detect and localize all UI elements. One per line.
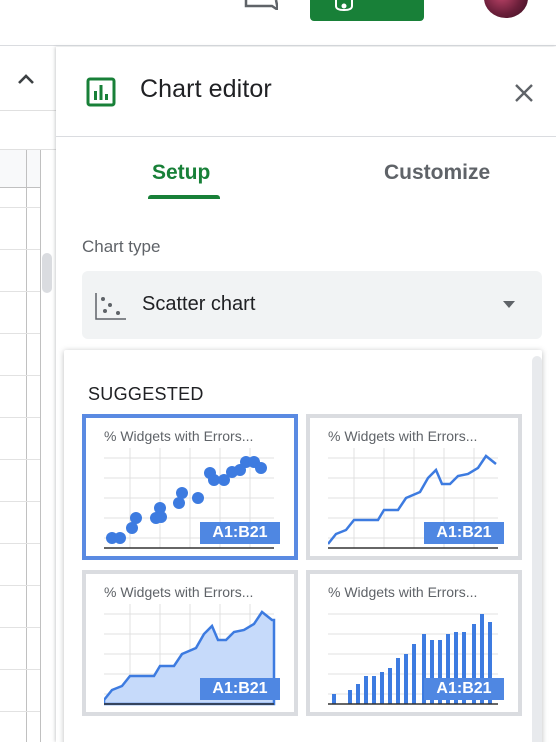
tab-setup[interactable]: Setup <box>152 161 210 185</box>
avatar[interactable] <box>484 0 528 18</box>
top-bar <box>0 0 556 46</box>
grid-line <box>40 150 41 742</box>
grid-line <box>0 627 40 628</box>
suggestion-line[interactable]: % Widgets with Errors... A1:B21 <box>306 414 522 560</box>
suggestion-title: % Widgets with Errors... <box>328 584 478 600</box>
dropdown-arrow-icon <box>503 301 515 308</box>
grid-line <box>0 501 40 502</box>
tab-customize[interactable]: Customize <box>384 161 490 185</box>
suggestion-area[interactable]: % Widgets with Errors... A1:B21 <box>82 570 298 716</box>
chart-type-dropdown: SUGGESTED % Widgets with Errors... A1:B2… <box>64 350 542 742</box>
panel-header: Chart editor <box>56 47 556 137</box>
grid-line <box>0 417 40 418</box>
comment-icon[interactable] <box>244 0 278 10</box>
range-badge: A1:B21 <box>200 678 280 700</box>
suggestion-title: % Widgets with Errors... <box>104 584 254 600</box>
vertical-scrollbar[interactable] <box>42 253 52 293</box>
formula-bar <box>0 110 56 150</box>
grid-line <box>0 333 40 334</box>
close-icon[interactable] <box>512 81 536 105</box>
column-header <box>0 150 40 188</box>
grid-line <box>0 585 40 586</box>
grid-line <box>0 711 40 712</box>
grid-line <box>0 375 40 376</box>
bar-chart-icon <box>86 77 116 107</box>
range-badge: A1:B21 <box>200 522 280 544</box>
spreadsheet-area <box>0 47 56 742</box>
grid-line <box>0 543 40 544</box>
suggestion-title: % Widgets with Errors... <box>328 428 478 444</box>
grid-line <box>0 459 40 460</box>
suggestion-title: % Widgets with Errors... <box>104 428 254 444</box>
dropdown-scrollbar[interactable] <box>532 356 542 742</box>
grid-line <box>26 150 27 742</box>
share-button[interactable] <box>310 0 424 21</box>
suggestion-scatter[interactable]: % Widgets with Errors... A1:B21 <box>82 414 298 560</box>
range-badge: A1:B21 <box>424 522 504 544</box>
active-tab-indicator <box>148 195 220 199</box>
grid-line <box>0 249 40 250</box>
range-badge: A1:B21 <box>424 678 504 700</box>
chart-type-label: Chart type <box>82 237 161 256</box>
share-icon <box>335 0 353 12</box>
grid-line <box>0 207 40 208</box>
grid-line <box>0 291 40 292</box>
chart-editor-panel: Chart editor Setup Customize Chart type … <box>56 47 556 742</box>
collapse-chevron-icon[interactable] <box>14 67 38 91</box>
suggestion-column[interactable]: % Widgets with Errors... A1:B21 <box>306 570 522 716</box>
panel-title: Chart editor <box>140 75 272 103</box>
chart-type-select[interactable]: Scatter chart <box>82 271 542 339</box>
grid-line <box>0 669 40 670</box>
chart-type-value: Scatter chart <box>142 293 256 315</box>
scatter-chart-icon <box>95 293 126 320</box>
suggested-heading: SUGGESTED <box>88 384 204 404</box>
